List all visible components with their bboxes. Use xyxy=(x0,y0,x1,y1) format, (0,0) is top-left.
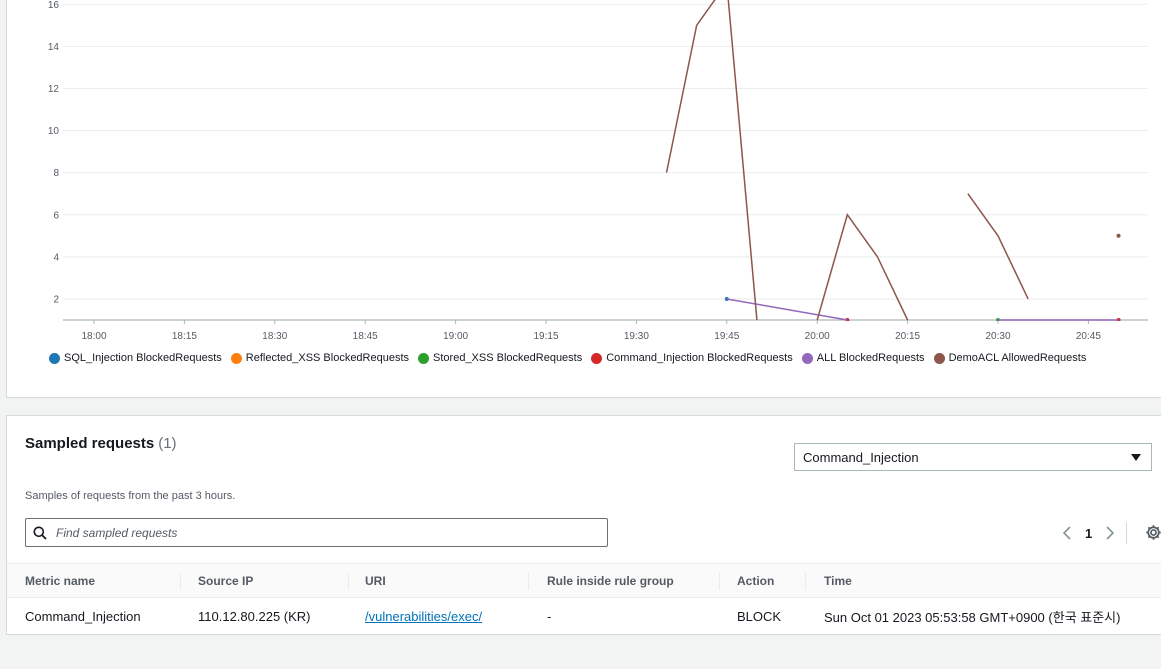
column-header-uri[interactable]: URI xyxy=(365,564,386,597)
column-divider xyxy=(348,572,349,590)
pagination: 1 xyxy=(1059,522,1128,544)
series-line xyxy=(816,213,909,321)
legend-item[interactable]: DemoACL AllowedRequests xyxy=(933,352,1087,364)
search-icon xyxy=(26,526,54,540)
x-tick-label: 19:15 xyxy=(533,331,558,342)
metrics-chart-panel: 2 4 6 8 10 12 14 16 18:00 18:15 18:30 18:45 19:00 19:… xyxy=(6,0,1161,398)
plot-area xyxy=(665,0,1121,321)
uri-link[interactable]: /vulnerabilities/exec/ xyxy=(365,609,482,624)
legend-item[interactable]: Reflected_XSS BlockedRequests xyxy=(230,352,410,364)
page-number[interactable]: 1 xyxy=(1085,526,1092,541)
column-header-action[interactable]: Action xyxy=(737,564,774,597)
chevron-left-icon[interactable] xyxy=(1059,523,1075,543)
cell-metric-name: Command_Injection xyxy=(25,608,141,624)
column-header-metric-name[interactable]: Metric name xyxy=(25,564,95,597)
cell-action: BLOCK xyxy=(737,608,782,624)
caret-down-icon xyxy=(1131,454,1141,461)
cell-source-ip: 110.12.80.225 (KR) xyxy=(198,608,311,624)
column-divider xyxy=(180,572,181,590)
legend-label: Stored_XSS BlockedRequests xyxy=(433,352,583,364)
legend-label: Command_Injection BlockedRequests xyxy=(606,352,793,364)
cell-rule-inside-rule-group: - xyxy=(547,608,552,624)
y-tick-label: 14 xyxy=(48,42,60,53)
column-header-source-ip[interactable]: Source IP xyxy=(198,564,253,597)
legend-item[interactable]: ALL BlockedRequests xyxy=(801,352,925,364)
gear-icon[interactable] xyxy=(1145,524,1161,546)
x-tick-label: 18:30 xyxy=(262,331,287,342)
y-tick-label: 2 xyxy=(53,294,59,305)
x-tick-label: 18:15 xyxy=(172,331,197,342)
chart-legend: SQL_Injection BlockedRequests Reflected_X… xyxy=(49,350,1095,366)
legend-swatch xyxy=(418,352,430,364)
legend-swatch xyxy=(933,352,945,364)
x-tick-label: 18:45 xyxy=(353,331,378,342)
column-header-rule-inside-rule-group[interactable]: Rule inside rule group xyxy=(547,564,674,597)
column-divider xyxy=(528,572,529,590)
y-tick-label: 12 xyxy=(48,84,60,95)
y-tick-label: 10 xyxy=(48,126,60,137)
legend-label: DemoACL AllowedRequests xyxy=(948,352,1087,364)
column-divider xyxy=(719,572,720,590)
x-tick-label: 20:00 xyxy=(805,331,830,342)
x-tick-label: 19:30 xyxy=(624,331,649,342)
series-line xyxy=(967,193,1029,300)
x-tick-label: 19:45 xyxy=(714,331,739,342)
sampled-requests-description: Samples of requests from the past 3 hour… xyxy=(25,490,236,502)
rule-select-value: Command_Injection xyxy=(803,449,919,465)
legend-label: ALL BlockedRequests xyxy=(816,352,925,364)
search-input[interactable] xyxy=(54,524,598,541)
legend-swatch xyxy=(801,352,813,364)
column-divider xyxy=(805,572,806,590)
y-tick-label: 8 xyxy=(53,168,59,179)
sampled-requests-count: (1) xyxy=(158,435,177,452)
series-line xyxy=(665,0,758,321)
column-header-time[interactable]: Time xyxy=(824,564,852,597)
table-row: Command_Injection 110.12.80.225 (KR) /vu… xyxy=(7,598,1161,634)
x-tick-label: 20:15 xyxy=(895,331,920,342)
legend-item[interactable]: Stored_XSS BlockedRequests xyxy=(418,352,582,364)
y-tick-label: 6 xyxy=(53,210,59,221)
y-tick-label: 4 xyxy=(53,252,59,263)
legend-swatch xyxy=(591,352,603,364)
x-tick-label: 20:45 xyxy=(1076,331,1101,342)
legend-item[interactable]: Command_Injection BlockedRequests xyxy=(591,352,793,364)
sampled-requests-title: Sampled requests (1) xyxy=(25,435,177,452)
rule-select[interactable]: Command_Injection xyxy=(794,443,1152,471)
legend-swatch xyxy=(49,352,60,364)
x-tick-label: 20:30 xyxy=(985,331,1010,342)
cell-uri: /vulnerabilities/exec/ xyxy=(365,598,482,634)
legend-label: Reflected_XSS BlockedRequests xyxy=(245,352,410,364)
series-line xyxy=(726,298,848,321)
x-tick-label: 19:00 xyxy=(443,331,468,342)
sampled-requests-panel: Sampled requests (1) Command_Injection Sa… xyxy=(6,415,1161,635)
pager-divider xyxy=(1126,522,1128,544)
metrics-chart: 2 4 6 8 10 12 14 16 18:00 18:15 18:30 18:45 19:00 19:… xyxy=(7,0,1161,376)
legend-label: SQL_Injection BlockedRequests xyxy=(64,352,222,364)
series-point xyxy=(1116,233,1121,238)
legend-swatch xyxy=(230,352,242,364)
line-chart-svg: 2 4 6 8 10 12 14 16 18:00 18:15 18:30 18:45 19:00 19:… xyxy=(48,0,1148,342)
legend-item[interactable]: SQL_Injection BlockedRequests xyxy=(49,352,222,364)
table-header: Metric name Source IP URI Rule inside ru… xyxy=(7,563,1161,598)
cell-time: Sun Oct 01 2023 05:53:58 GMT+0900 (한국 표준… xyxy=(824,609,1121,625)
chevron-right-icon[interactable] xyxy=(1102,523,1118,543)
y-tick-label: 16 xyxy=(48,0,60,11)
x-tick-label: 18:00 xyxy=(81,331,106,342)
search-box[interactable] xyxy=(25,518,608,547)
